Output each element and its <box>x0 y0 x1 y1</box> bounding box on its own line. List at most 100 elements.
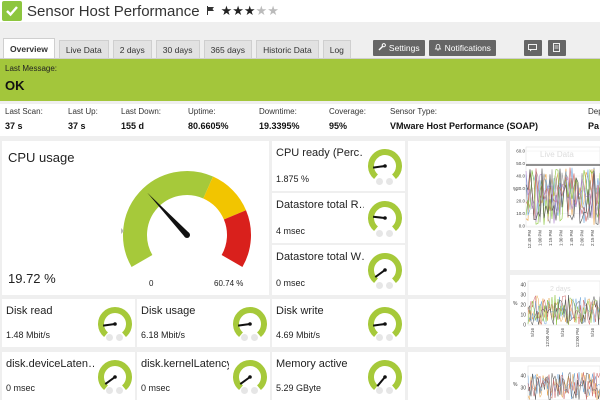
tab-bar: Overview Live Data 2 days 30 days 365 da… <box>0 37 600 58</box>
bell-icon <box>434 40 442 56</box>
notifications-button[interactable]: Notifications <box>428 39 496 56</box>
y-tick-label: 40.0 <box>516 174 525 179</box>
gauge-max-label: 60.74 % <box>214 279 244 288</box>
channel-title: Datastore total W… <box>276 251 364 263</box>
stat-label: Last Scan: <box>5 107 43 116</box>
comment-indicator-icon <box>386 387 393 394</box>
tab-30-days[interactable]: 30 days <box>155 40 200 58</box>
page-title: Sensor Host Performance <box>27 2 200 20</box>
chart-watermark-label: Live Data <box>540 150 574 159</box>
channel-panel[interactable]: Disk write 4.69 Mbit/s <box>272 299 405 347</box>
stat-label: Dep <box>588 107 600 116</box>
x-tick-label: 12:00 PM <box>575 328 580 348</box>
y-tick-label: 0.0 <box>519 224 526 229</box>
channel-title: Disk usage <box>141 305 196 317</box>
flag-icon[interactable] <box>206 5 215 17</box>
channel-panel[interactable]: disk.deviceLaten… 0 msec <box>2 352 135 400</box>
comment-icon <box>528 43 538 51</box>
thirty-days-chart[interactable]: 40 30% <box>510 362 600 400</box>
sensor-header: Sensor Host Performance ★★★★★ <box>0 0 600 22</box>
comments-button[interactable] <box>523 39 542 56</box>
sensor-page: { "header": { "title": "Sensor Host Perf… <box>0 0 600 400</box>
channel-panel[interactable]: Disk read 1.48 Mbit/s <box>2 299 135 347</box>
comment-indicator-icon <box>251 387 258 394</box>
channel-value: 0 msec <box>141 383 171 393</box>
gauge-hub <box>248 322 252 326</box>
live-data-chart[interactable]: Live Data 60.0 50.0 40.0 30.0 20.0 10.0 0.0% 12:… <box>510 141 600 270</box>
stat-dependency: Dep Pa <box>588 107 600 131</box>
empty-panel <box>408 299 506 347</box>
comment-indicator-icon <box>386 230 393 237</box>
last-message-label: Last Message: <box>5 64 58 73</box>
channel-title: CPU ready (Perc… <box>276 147 364 159</box>
star-icon[interactable]: ★ <box>267 3 279 18</box>
channel-panel[interactable]: Disk usage 6.18 Mbit/s <box>137 299 270 347</box>
limit-icon <box>376 178 383 185</box>
stat-last-scan: Last Scan: 37 s <box>5 107 43 131</box>
y-tick-label: 50.0 <box>516 161 525 166</box>
y-axis-label: % <box>513 187 518 193</box>
gauge-warning-range <box>202 176 246 221</box>
channel-value: 0 msec <box>6 383 36 393</box>
stat-label: Sensor Type: <box>390 107 437 116</box>
x-tick-label: 1:00 PM <box>538 230 543 246</box>
cpu-usage-panel[interactable]: CPU usage 0 60.74 % 19.72 % <box>2 141 269 295</box>
two-days-chart-panel[interactable]: 2 days 40 30 20 10 0% 5/16 12:00 AM 5/16 12:00 PM… <box>510 275 600 357</box>
stat-value: 155 d <box>121 121 145 131</box>
tab-log[interactable]: Log <box>322 40 351 58</box>
y-tick-label: 40 <box>520 283 526 289</box>
limit-icon <box>376 387 383 394</box>
tab-historic-data[interactable]: Historic Data <box>256 40 319 58</box>
channel-value: 4.69 Mbit/s <box>276 330 321 340</box>
stat-last-down: Last Down: 155 d <box>121 107 161 131</box>
sensor-stats: Last Scan: 37 s Last Up: 37 s Last Down: 15… <box>0 104 600 136</box>
settings-label: Settings <box>388 42 420 53</box>
empty-panel <box>408 352 506 400</box>
channel-panel[interactable]: Datastore total W… 0 msec <box>272 245 405 295</box>
channel-title: Datastore total R… <box>276 199 364 211</box>
y-tick-label: 60.0 <box>516 149 525 154</box>
stat-value: 19.3395% <box>259 121 300 131</box>
x-tick-label: 2:00 PM <box>580 230 585 246</box>
comment-indicator-icon <box>251 334 258 341</box>
thirty-days-chart-panel[interactable]: 40 30% <box>510 362 600 400</box>
stat-value: Pa <box>588 121 600 131</box>
star-icon[interactable]: ★ <box>244 3 256 18</box>
y-tick-label: 20.0 <box>516 199 525 204</box>
channel-value: 1.48 Mbit/s <box>6 330 51 340</box>
tab-2-days[interactable]: 2 days <box>112 40 152 58</box>
history-button[interactable] <box>547 39 566 56</box>
channel-value: 5.29 GByte <box>276 383 322 393</box>
mini-gauge <box>368 360 402 391</box>
channel-panel[interactable]: disk.kernelLatency 0 msec <box>137 352 270 400</box>
comment-indicator-icon <box>116 387 123 394</box>
channel-value: 4 msec <box>276 226 306 236</box>
channel-title: disk.deviceLaten… <box>6 358 94 370</box>
stat-label: Uptime: <box>188 107 216 116</box>
mini-gauge <box>368 201 402 232</box>
x-tick-label: 5/16 <box>560 328 565 337</box>
status-ok-check-icon <box>2 1 22 21</box>
settings-button[interactable]: Settings <box>372 39 425 56</box>
y-tick-label: 30 <box>520 293 526 299</box>
y-tick-label: 30 <box>520 386 526 392</box>
document-icon <box>553 43 561 52</box>
last-message-text: OK <box>5 78 25 93</box>
tab-365-days[interactable]: 365 days <box>203 40 253 58</box>
channel-panel[interactable]: Datastore total R… 4 msec <box>272 193 405 243</box>
star-icon[interactable]: ★ <box>232 3 244 18</box>
mini-gauge <box>368 149 402 180</box>
live-data-chart-panel[interactable]: Live Data 60.0 50.0 40.0 30.0 20.0 10.0 0.0% 12:… <box>510 141 600 270</box>
channel-panel[interactable]: CPU ready (Perc… 1.875 % <box>272 141 405 191</box>
gauge-hub <box>383 375 387 379</box>
x-tick-label: 2:15 PM <box>590 230 595 246</box>
tab-overview[interactable]: Overview <box>3 38 55 58</box>
tab-live-data[interactable]: Live Data <box>58 40 109 58</box>
channel-panel[interactable]: Memory active 5.29 GByte <box>272 352 405 400</box>
star-icon[interactable]: ★ <box>221 3 233 18</box>
two-days-chart[interactable]: 2 days 40 30 20 10 0% 5/16 12:00 AM 5/16 12:00 PM… <box>510 275 600 357</box>
channel-value: 1.875 % <box>276 174 310 184</box>
channel-title: Memory active <box>276 358 348 370</box>
priority-rating[interactable]: ★★★★★ <box>221 3 279 19</box>
star-icon[interactable]: ★ <box>256 3 268 18</box>
